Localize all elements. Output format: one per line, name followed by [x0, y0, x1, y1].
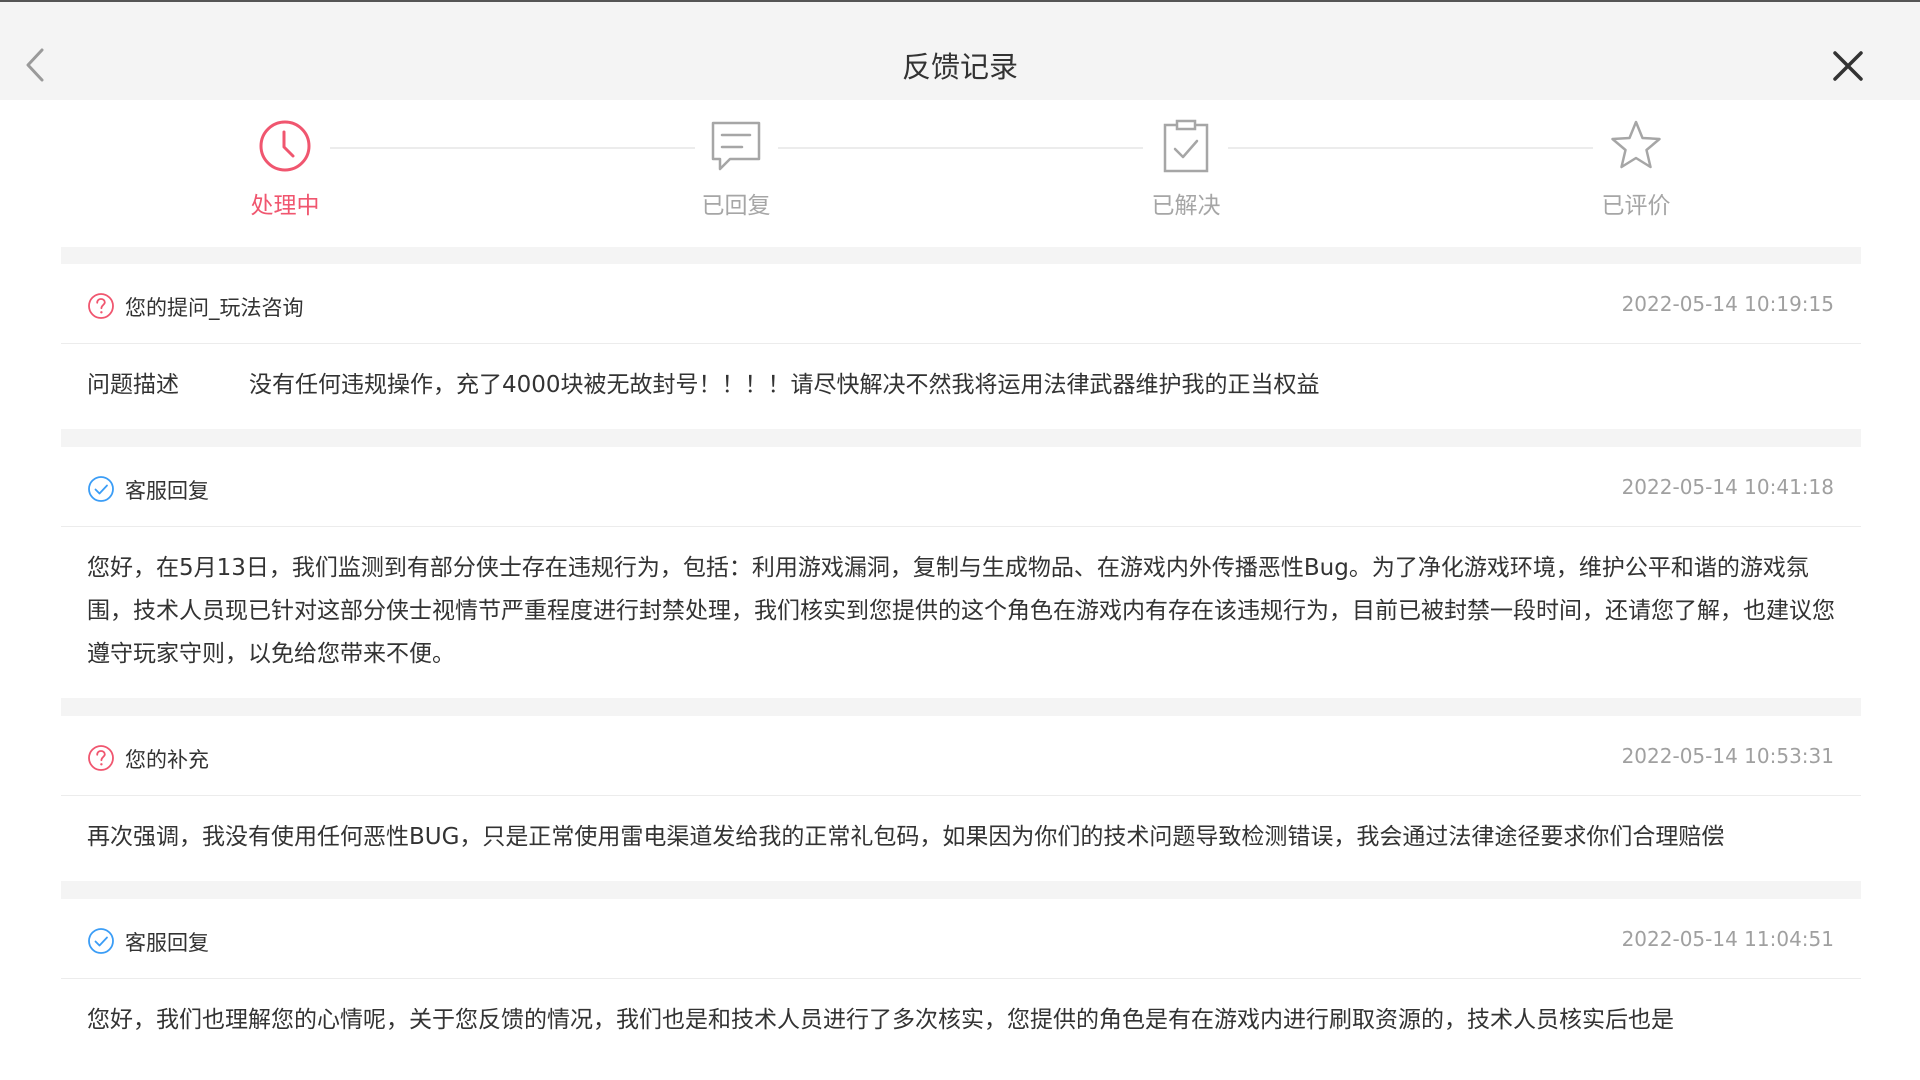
close-icon	[1833, 51, 1863, 81]
question-circle-icon	[88, 745, 114, 771]
step-label: 已评价	[1601, 193, 1671, 219]
reply-card: 客服回复 2022-05-14 11:04:51 您好，我们也理解您的心情呢，关…	[61, 899, 1861, 1064]
header-bar: 反馈记录	[0, 0, 1920, 100]
card-title: 您的补充	[125, 748, 209, 772]
card-title: 客服回复	[125, 931, 209, 955]
section-divider	[61, 429, 1861, 447]
step-label: 已回复	[701, 193, 771, 219]
card-header: 客服回复 2022-05-14 10:41:18	[61, 447, 1861, 527]
section-divider	[61, 881, 1861, 899]
question-card: 您的补充 2022-05-14 10:53:31 再次强调，我没有使用任何恶性B…	[61, 716, 1861, 881]
question-text: 没有任何违规操作，充了4000块被无故封号！！！！请尽快解决不然我将运用法律武器…	[249, 372, 1320, 398]
step-processing: 处理中	[175, 118, 395, 220]
reply-text: 您好，我们也理解您的心情呢，关于您反馈的情况，我们也是和技术人员进行了多次核实，…	[87, 1007, 1674, 1033]
check-circle-icon	[88, 928, 114, 954]
card-body: 问题描述 没有任何违规操作，充了4000块被无故封号！！！！请尽快解决不然我将运用…	[61, 344, 1861, 429]
question-circle-icon	[88, 293, 114, 319]
card-header: 您的补充 2022-05-14 10:53:31	[61, 716, 1861, 796]
check-circle-icon	[88, 476, 114, 502]
card-header: 客服回复 2022-05-14 11:04:51	[61, 899, 1861, 979]
close-button[interactable]	[1828, 46, 1868, 86]
card-title: 您的提问_玩法咨询	[125, 296, 304, 320]
card-timestamp: 2022-05-14 10:41:18	[1621, 475, 1834, 499]
card-timestamp: 2022-05-14 11:04:51	[1621, 927, 1834, 951]
section-divider	[61, 247, 1861, 264]
reply-text: 您好，在5月13日，我们监测到有部分侠士存在违规行为，包括：利用游戏漏洞，复制与…	[87, 555, 1835, 667]
section-divider	[61, 698, 1861, 716]
clock-icon	[259, 120, 311, 172]
card-timestamp: 2022-05-14 10:19:15	[1621, 292, 1834, 316]
question-card: 您的提问_玩法咨询 2022-05-14 10:19:15 问题描述 没有任何违规…	[61, 264, 1861, 429]
feedback-list[interactable]: 您的提问_玩法咨询 2022-05-14 10:19:15 问题描述 没有任何违规…	[61, 247, 1861, 1080]
description-label: 问题描述	[87, 372, 179, 398]
clipboard-check-icon	[1163, 119, 1209, 173]
step-resolved: 已解决	[1076, 118, 1296, 220]
step-rated: 已评价	[1526, 118, 1746, 220]
step-replied: 已回复	[626, 118, 846, 220]
card-timestamp: 2022-05-14 10:53:31	[1621, 744, 1834, 768]
step-label: 已解决	[1151, 193, 1221, 219]
page-title: 反馈记录	[901, 50, 1018, 84]
reply-card: 客服回复 2022-05-14 10:41:18 您好，在5月13日，我们监测到…	[61, 447, 1861, 698]
card-header: 您的提问_玩法咨询 2022-05-14 10:19:15	[61, 264, 1861, 344]
message-icon	[711, 121, 761, 171]
supplement-text: 再次强调，我没有使用任何恶性BUG，只是正常使用雷电渠道发给我的正常礼包码，如果…	[87, 824, 1725, 850]
card-title: 客服回复	[125, 479, 209, 503]
star-icon	[1611, 120, 1661, 169]
step-label: 处理中	[250, 193, 320, 219]
